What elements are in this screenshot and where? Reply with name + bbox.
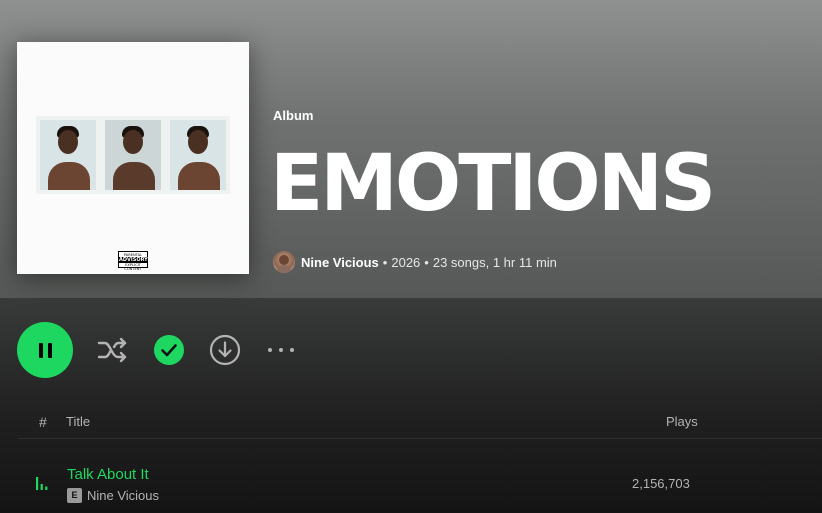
column-header-plays[interactable]: Plays — [666, 414, 698, 429]
pause-icon — [38, 342, 52, 358]
meta-separator: • — [382, 254, 388, 270]
download-button[interactable] — [207, 332, 243, 368]
tracklist-header: # Title Plays — [18, 404, 822, 439]
cover-photo-left — [40, 120, 96, 190]
track-subtitle: E Nine Vicious — [67, 487, 159, 503]
album-meta: Nine Vicious • 2026 • 23 songs, 1 hr 11 … — [273, 251, 557, 273]
download-icon — [209, 334, 241, 366]
column-header-title[interactable]: Title — [66, 414, 90, 429]
pause-button[interactable] — [17, 322, 73, 378]
column-header-number: # — [39, 414, 47, 430]
parental-advisory-logo: PARENTAL ADVISORY EXPLICIT CONTENT — [118, 251, 148, 271]
shuffle-button[interactable] — [95, 332, 131, 368]
meta-separator: • — [424, 254, 429, 270]
track-play-count: 2,156,703 — [632, 476, 690, 491]
album-title: EMOTIONS — [270, 139, 716, 229]
explicit-badge: E — [67, 487, 82, 503]
artist-link[interactable]: Nine Vicious — [301, 255, 379, 270]
action-bar — [17, 322, 299, 378]
track-title[interactable]: Talk About It — [67, 466, 149, 483]
cover-photo-center — [105, 120, 161, 190]
check-circle-icon — [154, 335, 184, 365]
album-year: 2026 — [391, 254, 421, 270]
more-options-button[interactable] — [263, 332, 299, 368]
artist-avatar[interactable] — [273, 251, 295, 273]
album-stats: 23 songs, 1 hr 11 min — [432, 254, 557, 270]
album-cover[interactable]: PARENTAL ADVISORY EXPLICIT CONTENT — [17, 42, 249, 274]
saved-to-library-button[interactable] — [151, 332, 187, 368]
album-type-label: Album — [273, 108, 314, 123]
shuffle-icon — [97, 337, 127, 363]
track-artist-link[interactable]: Nine Vicious — [87, 488, 159, 503]
cover-photo-right — [170, 120, 226, 190]
cover-photo-strip — [36, 116, 230, 194]
album-page: PARENTAL ADVISORY EXPLICIT CONTENT Album… — [0, 0, 822, 513]
more-icon — [268, 348, 294, 352]
equalizer-icon — [36, 477, 48, 490]
track-row[interactable]: Talk About It E Nine Vicious 2,156,703 — [18, 456, 822, 510]
